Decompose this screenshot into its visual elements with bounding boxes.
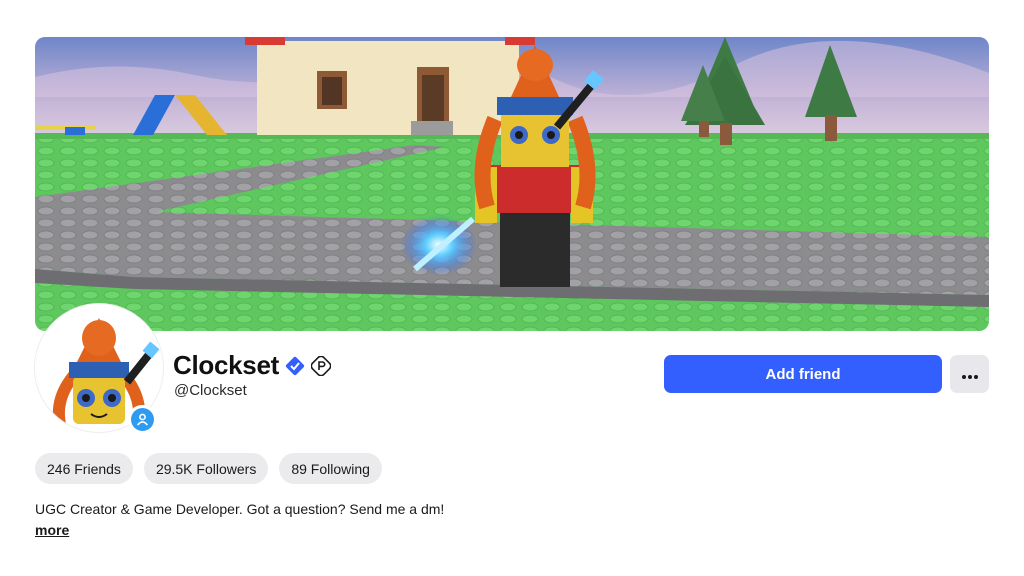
followers-count-button[interactable]: 29.5K Followers [143,453,269,484]
friends-count-button[interactable]: 246 Friends [35,453,133,484]
ellipsis-icon [961,367,978,382]
display-name: Clockset [173,350,279,380]
profile-stats: 246 Friends 29.5K Followers 89 Following [35,453,382,484]
bio-more-link[interactable]: more [35,522,69,538]
premium-icon [310,355,331,376]
profile-bio: UGC Creator & Game Developer. Got a ques… [35,501,445,517]
following-count-button[interactable]: 89 Following [279,453,382,484]
verified-badge-icon [285,356,305,376]
add-friend-button[interactable]: Add friend [664,355,942,393]
online-status-icon [128,405,156,433]
profile-banner [35,37,989,331]
more-options-button[interactable] [950,355,989,393]
username: @Clockset [174,382,247,399]
profile-header: Clockset [173,350,331,381]
